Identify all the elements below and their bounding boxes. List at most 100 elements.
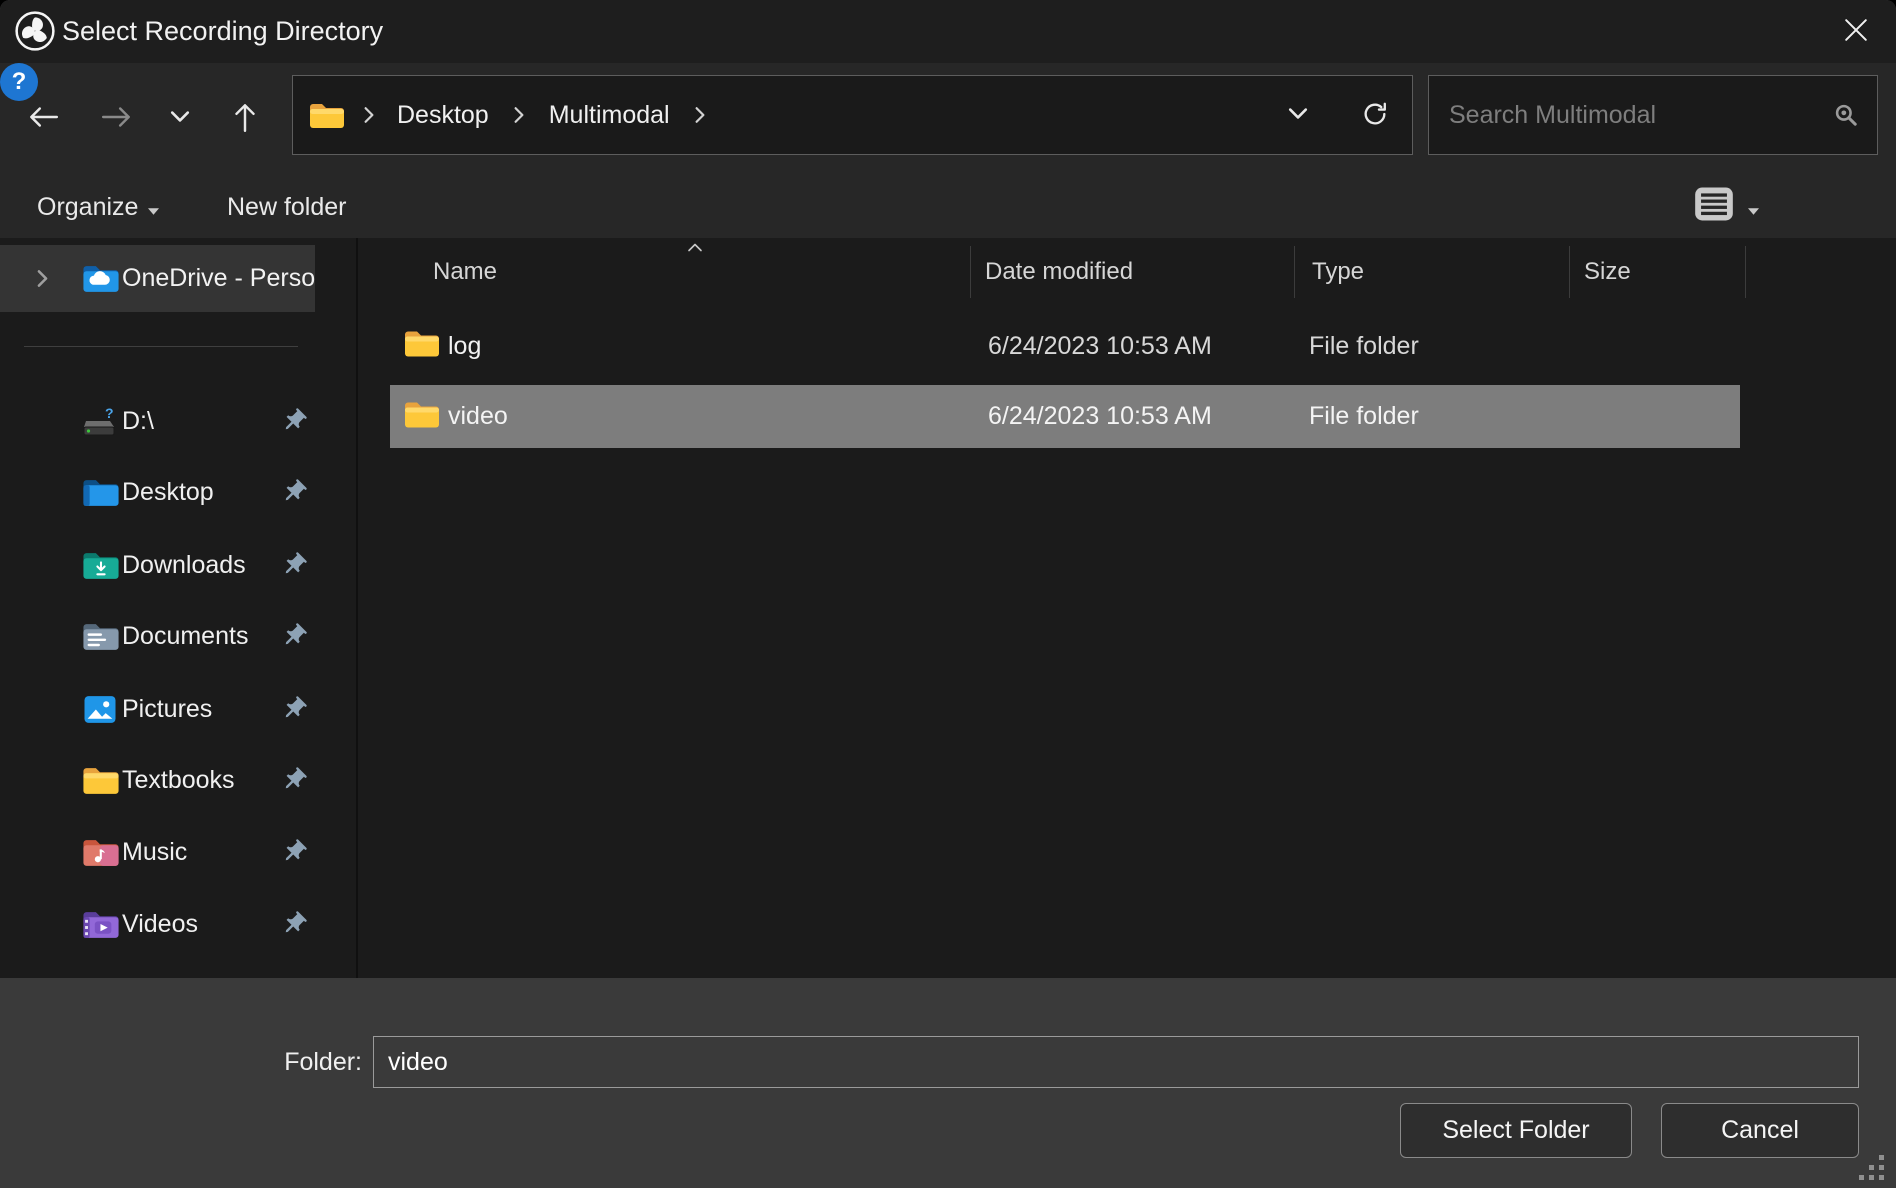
sidebar-item-label: D:\ — [122, 389, 154, 453]
file-date-modified: 6/24/2023 10:53 AM — [988, 317, 1212, 375]
column-divider — [970, 246, 971, 298]
chevron-down-icon — [169, 110, 191, 126]
column-divider — [1294, 246, 1295, 298]
pin-icon — [280, 478, 308, 506]
pictures-icon — [82, 693, 120, 725]
column-divider — [1569, 246, 1570, 298]
dialog-footer: Folder: Select Folder Cancel — [0, 978, 1896, 1188]
up-button[interactable] — [222, 95, 268, 141]
column-header-size[interactable]: Size — [1584, 252, 1631, 292]
search-input[interactable] — [1429, 76, 1877, 154]
svg-text:?: ? — [105, 405, 114, 421]
column-header-date-modified[interactable]: Date modified — [985, 252, 1133, 292]
file-dialog-window: Select Recording Directory — [0, 0, 1896, 1188]
sidebar-item-label: Music — [122, 820, 187, 884]
select-folder-button[interactable]: Select Folder — [1400, 1103, 1632, 1158]
refresh-icon — [1361, 100, 1389, 131]
close-icon — [1844, 18, 1868, 45]
chevron-right-icon — [694, 106, 706, 124]
pin-icon — [280, 910, 308, 938]
sidebar-item-desktop[interactable]: Desktop — [0, 460, 315, 524]
file-type: File folder — [1309, 317, 1419, 375]
dialog-content: OneDrive - Perso ? D:\ — [0, 238, 1896, 978]
refresh-button[interactable] — [1345, 76, 1405, 154]
videos-folder-icon — [82, 908, 120, 940]
help-icon: ? — [12, 68, 27, 95]
downloads-folder-icon — [82, 549, 120, 581]
folder-label: Folder: — [160, 1036, 362, 1088]
organize-label: Organize — [37, 193, 138, 222]
chevron-down-icon — [1287, 107, 1309, 123]
sidebar-item-textbooks[interactable]: Textbooks — [0, 748, 315, 812]
folder-icon — [404, 399, 440, 434]
folder-icon — [404, 329, 440, 364]
sidebar-item-label: Pictures — [122, 677, 212, 741]
back-arrow-icon — [26, 104, 60, 133]
file-row-log[interactable]: log 6/24/2023 10:53 AM File folder — [390, 317, 1740, 375]
drive-icon: ? — [82, 405, 120, 437]
organize-button[interactable]: Organize — [37, 181, 159, 233]
pane-divider — [356, 238, 358, 978]
sidebar-item-music[interactable]: Music — [0, 820, 315, 884]
navigation-chrome: Desktop Multimodal — [0, 63, 1896, 238]
file-type: File folder — [1309, 385, 1419, 448]
back-button[interactable] — [20, 95, 66, 141]
view-mode-button[interactable] — [1694, 181, 1734, 233]
titlebar: Select Recording Directory — [0, 0, 1896, 63]
caret-down-icon — [1748, 193, 1759, 222]
file-list-pane: Name Date modified Type Size log 6/24/20… — [360, 238, 1896, 978]
pin-icon — [280, 838, 308, 866]
search-box — [1428, 75, 1878, 155]
folder-name-input[interactable] — [373, 1036, 1859, 1088]
column-header-name[interactable]: Name — [433, 252, 497, 292]
search-icon — [1833, 102, 1859, 133]
sidebar-item-documents[interactable]: Documents — [0, 604, 315, 668]
caret-down-icon — [148, 193, 159, 222]
file-name: video — [448, 385, 508, 448]
file-row-video[interactable]: video 6/24/2023 10:53 AM File folder — [390, 385, 1740, 448]
new-folder-button[interactable]: New folder — [227, 181, 347, 233]
onedrive-folder-icon — [82, 263, 120, 299]
address-dropdown-button[interactable] — [1268, 76, 1328, 154]
list-view-icon — [1694, 186, 1734, 229]
pin-icon — [280, 766, 308, 794]
expand-chevron-icon[interactable] — [36, 269, 49, 293]
sort-ascending-icon — [687, 239, 703, 257]
pin-icon — [280, 622, 308, 650]
sidebar-item-label: OneDrive - Perso — [122, 245, 315, 312]
forward-button[interactable] — [94, 95, 140, 141]
sidebar-item-onedrive[interactable]: OneDrive - Perso — [0, 245, 315, 312]
file-name: log — [448, 317, 481, 375]
breadcrumb-segment-desktop[interactable]: Desktop — [397, 101, 489, 130]
sidebar-item-videos[interactable]: Videos — [0, 892, 315, 956]
cancel-button[interactable]: Cancel — [1661, 1103, 1859, 1158]
recent-locations-dropdown[interactable] — [157, 95, 203, 141]
forward-arrow-icon — [100, 104, 134, 133]
close-button[interactable] — [1824, 6, 1888, 56]
sidebar-item-pictures[interactable]: Pictures — [0, 677, 315, 741]
window-title: Select Recording Directory — [62, 0, 383, 63]
sidebar-item-label: Textbooks — [122, 748, 235, 812]
breadcrumb-segment-multimodal[interactable]: Multimodal — [549, 101, 670, 130]
pin-icon — [280, 551, 308, 579]
resize-grip[interactable] — [1859, 1155, 1886, 1182]
column-divider — [1745, 246, 1746, 298]
pin-icon — [280, 407, 308, 435]
view-mode-dropdown[interactable] — [1748, 181, 1759, 233]
sidebar-item-label: Documents — [122, 604, 248, 668]
pin-icon — [280, 695, 308, 723]
address-bar: Desktop Multimodal — [292, 75, 1413, 155]
documents-folder-icon — [82, 620, 120, 652]
up-arrow-icon — [232, 100, 258, 137]
sidebar-item-label: Videos — [122, 892, 198, 956]
sidebar-item-d-drive[interactable]: ? D:\ — [0, 389, 315, 453]
folder-icon — [309, 100, 345, 130]
column-header-type[interactable]: Type — [1312, 252, 1364, 292]
desktop-folder-icon — [82, 476, 120, 508]
sidebar-item-label: Desktop — [122, 460, 214, 524]
chevron-right-icon — [513, 106, 525, 124]
sidebar-separator — [24, 346, 298, 347]
file-date-modified: 6/24/2023 10:53 AM — [988, 385, 1212, 448]
sidebar-item-downloads[interactable]: Downloads — [0, 533, 315, 597]
music-folder-icon — [82, 836, 120, 868]
